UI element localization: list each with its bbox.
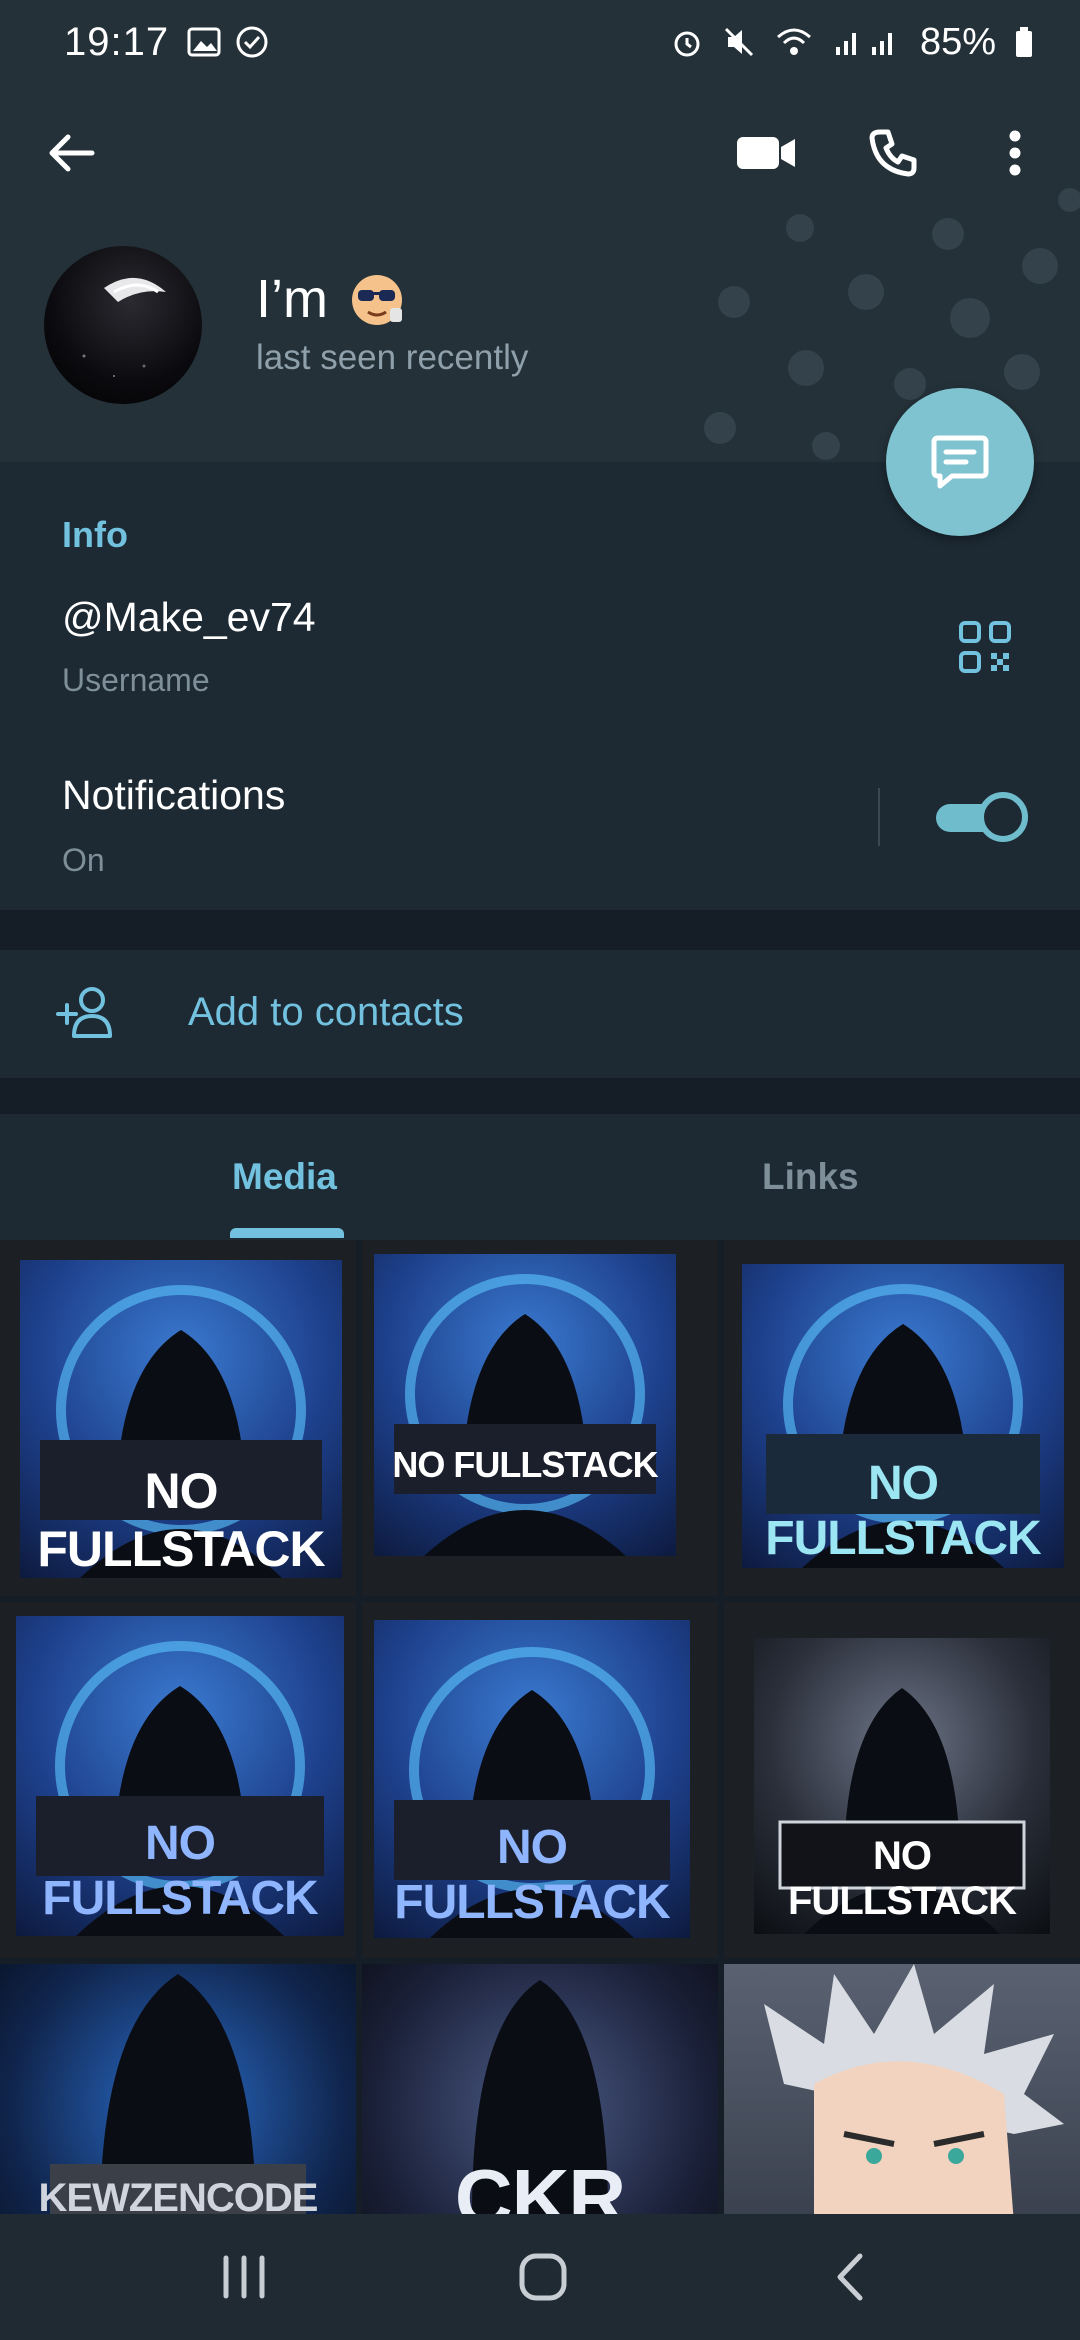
more-options-button[interactable] — [990, 118, 1040, 188]
status-time: 19:17 — [64, 19, 170, 64]
divider — [878, 788, 880, 846]
active-tab-indicator — [230, 1228, 344, 1238]
check-shield-icon — [236, 26, 268, 58]
gallery-icon — [187, 27, 221, 57]
video-camera-icon — [737, 137, 795, 169]
home-button[interactable] — [514, 2252, 574, 2302]
media-thumbnail: NO FULLSTACK — [20, 1260, 342, 1578]
media-item[interactable]: KEWZENCODE — [0, 1964, 356, 2214]
notifications-toggle[interactable] — [934, 792, 1028, 842]
info-section: Info @Make_ev74 Username Notifications O… — [0, 462, 1080, 910]
tab-media[interactable]: Media — [232, 1156, 337, 1198]
last-seen-status: last seen recently — [256, 338, 529, 377]
video-call-button[interactable] — [728, 118, 804, 188]
media-item[interactable]: NO FULLSTACK — [0, 1602, 356, 1958]
app-toolbar — [0, 118, 1080, 198]
voice-call-button[interactable] — [858, 118, 928, 188]
back-nav-button[interactable] — [820, 2252, 880, 2302]
recent-apps-button[interactable] — [214, 2252, 274, 2302]
media-thumbnail: NO FULLSTACK — [754, 1638, 1050, 1934]
battery-icon — [1016, 27, 1032, 57]
notifications-title[interactable]: Notifications — [62, 772, 285, 819]
media-thumbnail: NO FULLSTACK — [374, 1254, 676, 1556]
arrow-left-icon — [49, 134, 95, 172]
profile-header: 19:17 85% I’m last seen recently — [0, 0, 1080, 462]
media-thumbnail: KEWZENCODE — [0, 1964, 356, 2214]
home-icon — [519, 2253, 567, 2301]
add-to-contacts-label: Add to contacts — [188, 990, 464, 1034]
media-tabs: Media Links — [0, 1114, 1080, 1240]
signal-icon — [835, 33, 892, 55]
section-gap — [0, 910, 1080, 950]
media-caption: NO FULLSTACK — [788, 1834, 1017, 1923]
media-thumbnail: NO FULLSTACK — [374, 1620, 690, 1938]
media-grid: NO FULLSTACK NO FULLSTACK NO FULLSTACK N… — [0, 1240, 1080, 2214]
media-item[interactable]: NO FULLSTACK — [362, 1602, 718, 1958]
chevron-left-icon — [837, 2253, 863, 2301]
media-thumbnail: CKR — [362, 1964, 718, 2214]
media-thumbnail: NO FULLSTACK — [16, 1616, 344, 1936]
mute-icon — [724, 27, 753, 57]
username-value[interactable]: @Make_ev74 — [62, 594, 316, 641]
qr-code-icon[interactable] — [958, 620, 1012, 674]
avatar-image — [82, 277, 166, 377]
status-bar: 19:17 85% — [0, 0, 1080, 84]
media-caption: NO FULLSTACK — [42, 1817, 318, 1925]
phone-icon — [869, 129, 917, 177]
chat-message-icon — [931, 435, 989, 489]
media-thumbnail: NO FULLSTACK — [742, 1264, 1064, 1568]
profile-name-text: I’m — [256, 269, 328, 329]
media-caption: CKR — [454, 2153, 626, 2214]
info-section-title: Info — [62, 514, 128, 555]
cool-face-emoji-icon — [351, 275, 402, 325]
toggle-knob — [978, 792, 1028, 842]
alarm-icon — [674, 31, 700, 57]
tab-links[interactable]: Links — [762, 1156, 859, 1198]
media-item[interactable]: NO FULLSTACK — [724, 1602, 1080, 1958]
battery-percent: 85% — [919, 20, 996, 63]
media-caption: NO FULLSTACK — [37, 1463, 325, 1577]
media-item[interactable]: NO FULLSTACK — [362, 1240, 718, 1596]
media-item[interactable]: NO FULLSTACK — [724, 1240, 1080, 1596]
media-caption: KEWZENCODE — [38, 2176, 319, 2214]
media-item[interactable] — [724, 1964, 1080, 2214]
add-person-icon — [56, 987, 112, 1038]
message-fab-button[interactable] — [886, 388, 1034, 536]
username-label: Username — [62, 662, 210, 698]
add-to-contacts-row[interactable]: Add to contacts — [0, 950, 1080, 1078]
media-thumbnail — [724, 1964, 1080, 2214]
media-caption: NO FULLSTACK — [392, 1444, 658, 1485]
media-caption: NO FULLSTACK — [394, 1821, 670, 1929]
recent-apps-icon — [223, 2255, 265, 2299]
system-navigation-bar — [0, 2214, 1080, 2340]
avatar[interactable] — [44, 246, 202, 404]
wifi-icon — [776, 28, 811, 55]
media-item[interactable]: NO FULLSTACK — [0, 1240, 356, 1596]
media-caption: NO FULLSTACK — [765, 1457, 1041, 1565]
notifications-state: On — [62, 842, 105, 878]
profile-name: I’m — [256, 268, 408, 330]
media-item[interactable]: CKR — [362, 1964, 718, 2214]
back-button[interactable] — [36, 118, 106, 188]
section-gap — [0, 1078, 1080, 1114]
more-vertical-icon — [1009, 130, 1021, 176]
